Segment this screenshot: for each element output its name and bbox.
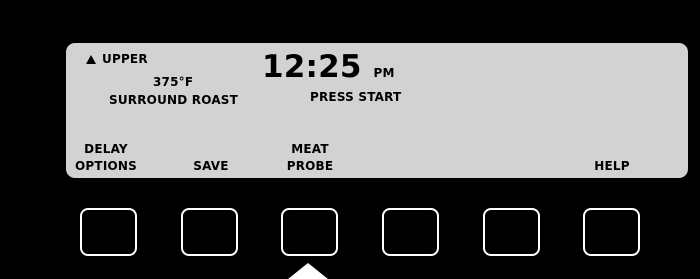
softkey-4[interactable] xyxy=(382,208,439,256)
softkey-delay-options[interactable] xyxy=(80,208,137,256)
oven-indicator: UPPER xyxy=(86,52,148,66)
softkey-label-2-line1 xyxy=(193,141,228,158)
softkey-label-3-line1: MEAT xyxy=(291,142,329,156)
clock-display: 12:25 PM xyxy=(262,50,395,90)
softkey-5[interactable] xyxy=(483,208,540,256)
softkey-label-2: SAVE xyxy=(193,141,228,175)
softkey-label-6-line1 xyxy=(594,141,629,158)
status-message: PRESS START xyxy=(310,90,402,104)
softkey-save[interactable] xyxy=(181,208,238,256)
clock-ampm: PM xyxy=(373,66,395,80)
softkey-help[interactable] xyxy=(583,208,640,256)
softkey-label-1: DELAY OPTIONS xyxy=(75,141,137,175)
oven-control-panel: UPPER 375°F SURROUND ROAST 12:25 PM PRES… xyxy=(0,0,700,279)
softkey-label-1-line1: DELAY xyxy=(84,142,128,156)
softkey-label-2-line2: SAVE xyxy=(193,159,229,173)
softkey-label-6: HELP xyxy=(594,141,629,175)
softkey-label-3: MEAT PROBE xyxy=(287,141,334,175)
clock-time: 12:25 xyxy=(262,49,362,85)
softkey-meat-probe[interactable] xyxy=(281,208,338,256)
arrow-up-icon xyxy=(288,263,328,279)
softkey-label-6-line2: HELP xyxy=(594,159,630,173)
softkey-label-3-line2: PROBE xyxy=(286,159,334,173)
temperature-readout: 375°F xyxy=(153,75,194,89)
softkey-label-1-line2: OPTIONS xyxy=(75,159,137,173)
triangle-up-icon xyxy=(86,54,96,64)
cook-mode: SURROUND ROAST xyxy=(109,93,239,107)
oven-label: UPPER xyxy=(102,52,148,66)
lcd-display: UPPER 375°F SURROUND ROAST 12:25 PM PRES… xyxy=(66,43,688,178)
